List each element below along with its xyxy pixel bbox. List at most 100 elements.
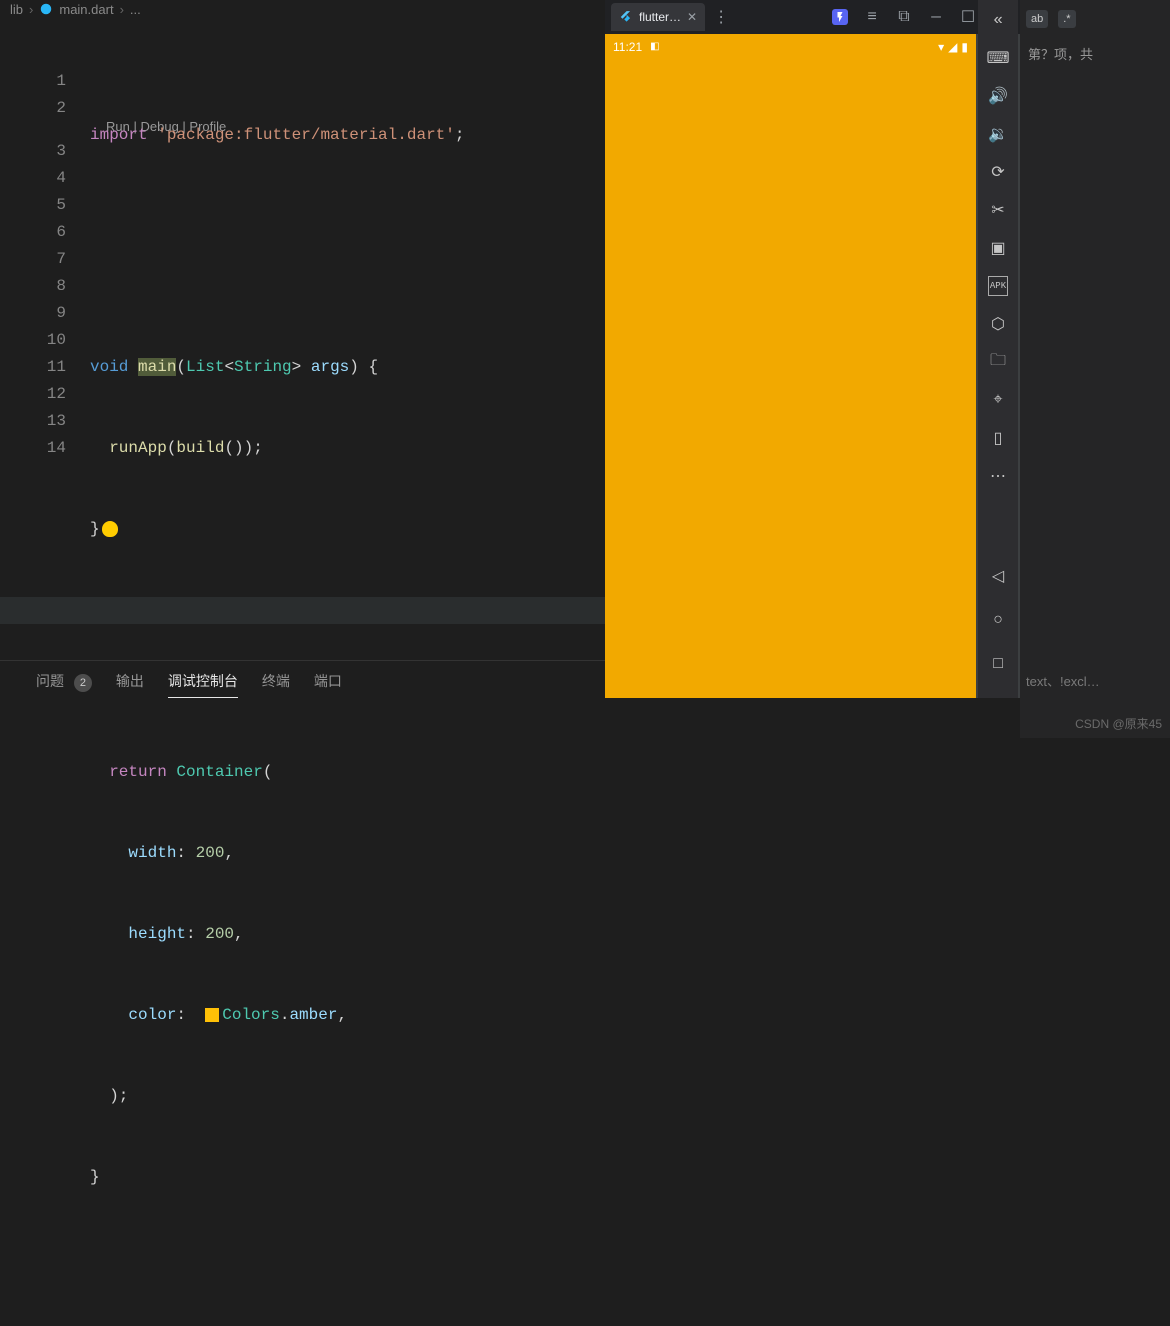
wifi-icon: ▾ [938, 40, 944, 54]
tab-output[interactable]: 输出 [116, 671, 144, 698]
match-case-button[interactable]: ab [1026, 10, 1048, 28]
keyword: return [109, 763, 167, 781]
signal-icon: ◢ [948, 40, 957, 54]
punct: () [224, 439, 243, 457]
emulator-tab[interactable]: flutter… ✕ [611, 3, 705, 31]
tab-ports[interactable]: 端口 [314, 671, 342, 698]
volume-up-icon[interactable]: 🔊 [988, 86, 1008, 106]
collapse-icon[interactable]: « [988, 10, 1008, 30]
dart-file-icon [39, 2, 53, 16]
rotate-icon[interactable]: ⟳ [988, 162, 1008, 182]
punct: . [280, 1006, 290, 1024]
punct: > [292, 358, 302, 376]
number: 200 [196, 844, 225, 862]
tag-icon[interactable]: ⬡ [988, 314, 1008, 334]
class: Colors [222, 1006, 280, 1024]
app-content[interactable] [605, 59, 976, 698]
punct: , [337, 1006, 347, 1024]
emulator-toolbar: « ⌨ 🔊 🔉 ⟳ ✂ ▣ APK ⬡ 🗀 ⌖ ▯ ⋯ ◁ ○ □ [978, 0, 1018, 698]
result-counter: 第？项，共 [1020, 38, 1170, 69]
scissors-icon[interactable]: ✂ [988, 200, 1008, 220]
line-number: 13 [0, 408, 66, 435]
minimize-icon[interactable]: — [928, 9, 944, 25]
type: String [234, 358, 292, 376]
punct: , [234, 925, 244, 943]
function-call: build [176, 439, 224, 457]
code-editor[interactable]: 1 2 3 4 5 6 7 8 9 10 11 12 13 14 import … [0, 20, 605, 660]
string-literal: 'package:flutter/material.dart' [157, 126, 455, 144]
function-call: runApp [109, 439, 167, 457]
nav-recent-icon[interactable]: □ [988, 654, 1008, 674]
punct: ); [244, 439, 263, 457]
line-number: 11 [0, 354, 66, 381]
restore-icon[interactable]: ⧉ [896, 9, 912, 25]
problems-count-badge: 2 [74, 674, 92, 692]
current-line [0, 597, 605, 624]
chevron-right-icon: › [120, 2, 124, 17]
property: amber [289, 1006, 337, 1024]
tab-problems[interactable]: 问题 2 [36, 671, 92, 698]
emulator-window: flutter… ✕ ⋮ ≡ ⧉ — ☐ ✕ 11:21 ◧ ▾ ◢ ▮ [605, 0, 1020, 698]
punct: } [90, 1168, 100, 1186]
line-number: 1 [0, 68, 66, 95]
class: Container [176, 763, 262, 781]
breadcrumb-file[interactable]: main.dart [59, 2, 113, 17]
watermark: CSDN @原来45 [1075, 715, 1162, 732]
line-number: 12 [0, 381, 66, 408]
find-panel: ab .* 第？项，共 text、!excl… [1020, 0, 1170, 738]
line-number: 4 [0, 165, 66, 192]
flutter-icon [619, 10, 633, 24]
debug-badge-icon: ◧ [650, 41, 659, 52]
punct: , [224, 844, 234, 862]
type: List [186, 358, 224, 376]
breadcrumb-folder[interactable]: lib [10, 2, 23, 17]
more-icon[interactable]: ⋮ [713, 7, 729, 27]
keyboard-icon[interactable]: ⌨ [988, 48, 1008, 68]
breadcrumb-more[interactable]: ... [130, 2, 141, 17]
ab-label: ab [1031, 13, 1043, 25]
punct: ); [109, 1087, 128, 1105]
code-content[interactable]: import 'package:flutter/material.dart'; … [90, 20, 605, 660]
punct: ( [167, 439, 177, 457]
maximize-icon[interactable]: ☐ [960, 9, 976, 25]
folder-icon[interactable]: 🗀 [988, 352, 1008, 372]
line-number: 5 [0, 192, 66, 219]
line-number: 2 [0, 95, 66, 122]
android-status-bar: 11:21 ◧ ▾ ◢ ▮ [605, 34, 976, 59]
flash-icon[interactable] [832, 9, 848, 25]
apk-icon[interactable]: APK [988, 276, 1008, 296]
screenshot-icon[interactable]: ▣ [988, 238, 1008, 258]
emulator-tab-label: flutter… [639, 10, 681, 24]
line-number: 14 [0, 435, 66, 462]
filter-hint: text、!excl… [1026, 671, 1100, 690]
color-swatch-icon[interactable] [205, 1008, 219, 1022]
lightbulb-icon[interactable] [102, 521, 118, 537]
function-name: main [138, 358, 176, 376]
emulator-titlebar[interactable]: flutter… ✕ ⋮ ≡ ⧉ — ☐ ✕ [605, 0, 1020, 34]
punct: ) [349, 358, 359, 376]
punct: : [186, 925, 205, 943]
chevron-right-icon: › [29, 2, 33, 17]
punct: } [90, 520, 100, 538]
menu-icon[interactable]: ≡ [864, 9, 880, 25]
punct: < [224, 358, 234, 376]
tab-terminal[interactable]: 终端 [262, 671, 290, 698]
breadcrumb: lib › main.dart › ... [0, 0, 151, 18]
tab-debug-console[interactable]: 调试控制台 [168, 671, 238, 698]
nav-back-icon[interactable]: ◁ [988, 566, 1008, 586]
punct: : [176, 1006, 195, 1024]
phone-icon[interactable]: ▯ [988, 428, 1008, 448]
regex-button[interactable]: .* [1058, 10, 1075, 28]
nav-home-icon[interactable]: ○ [988, 610, 1008, 630]
line-number: 3 [0, 138, 66, 165]
emulator-screen[interactable]: 11:21 ◧ ▾ ◢ ▮ [605, 34, 976, 698]
punct: ( [176, 358, 186, 376]
location-icon[interactable]: ⌖ [988, 390, 1008, 410]
close-icon[interactable]: ✕ [687, 10, 697, 24]
tab-label: 问题 [36, 673, 64, 689]
more-options-icon[interactable]: ⋯ [988, 466, 1008, 486]
volume-down-icon[interactable]: 🔉 [988, 124, 1008, 144]
emulator-device: 11:21 ◧ ▾ ◢ ▮ [605, 34, 1020, 698]
line-number: 7 [0, 246, 66, 273]
punct: ; [455, 126, 465, 144]
